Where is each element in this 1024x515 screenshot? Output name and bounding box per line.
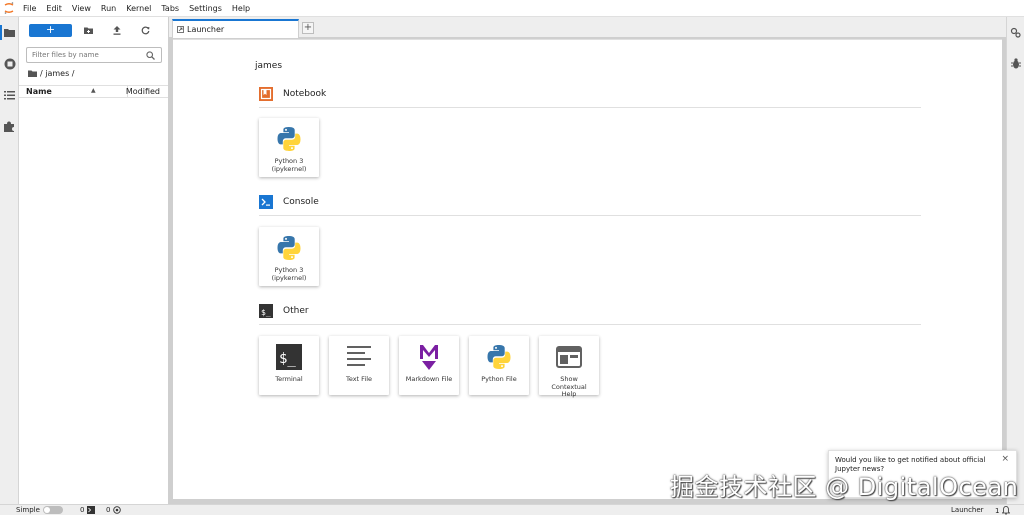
menu-bar: File Edit View Run Kernel Tabs Settings … <box>0 0 1024 17</box>
toggle-switch[interactable] <box>42 506 63 514</box>
card-label: Terminal <box>275 375 303 383</box>
card-label: Python 3 (ipykernel) <box>271 157 307 173</box>
launcher-card-terminal[interactable]: $_ Terminal <box>259 336 319 395</box>
tab-launcher[interactable]: Launcher <box>172 19 299 38</box>
menu-run[interactable]: Run <box>96 0 121 17</box>
launcher-card-console-python3[interactable]: Python 3 (ipykernel) <box>259 227 319 286</box>
section-notebook: Notebook <box>259 87 326 101</box>
section-divider <box>259 324 921 325</box>
text-file-icon <box>344 342 374 372</box>
search-icon <box>146 51 155 60</box>
bell-icon <box>1002 506 1011 515</box>
column-name[interactable]: Name <box>26 87 52 96</box>
launcher-card-notebook-python3[interactable]: Python 3 (ipykernel) <box>259 118 319 177</box>
menu-help[interactable]: Help <box>227 0 255 17</box>
launcher-panel: james Notebook Python 3 (ipykernel) Cons… <box>172 38 1003 500</box>
main-dock: Launcher + james Notebook Python 3 (ipyk… <box>169 17 1006 504</box>
close-icon[interactable]: × <box>1001 454 1009 464</box>
status-launcher-label: Launcher <box>951 506 984 514</box>
svg-text:$_: $_ <box>261 308 271 317</box>
launcher-card-python-file[interactable]: Python File <box>469 336 529 395</box>
right-sidebar <box>1006 17 1024 504</box>
running-icon[interactable] <box>3 57 16 70</box>
section-divider <box>259 107 921 108</box>
filter-files-input[interactable]: Filter files by name <box>26 47 162 63</box>
notification-count[interactable]: 1 <box>995 506 1011 515</box>
launcher-cwd: james <box>255 61 283 71</box>
filter-placeholder: Filter files by name <box>32 51 99 59</box>
watermark: 掘金技术社区 @ DigitalOcean <box>670 473 1019 501</box>
card-label: Markdown File <box>405 375 453 383</box>
folder-icon[interactable] <box>3 26 16 39</box>
card-label: Python File <box>481 375 517 383</box>
file-browser: + Filter files by name / james / Name ▲ … <box>19 17 169 504</box>
contextual-help-icon <box>554 342 584 372</box>
file-list-header: Name ▲ Modified <box>19 85 168 98</box>
notification-count-value: 1 <box>995 506 1000 515</box>
card-label: Text File <box>345 375 373 383</box>
breadcrumb-path[interactable]: / james / <box>40 69 74 78</box>
section-title-console: Console <box>283 197 319 207</box>
section-other: $_ Other <box>259 304 309 318</box>
new-folder-icon[interactable] <box>83 25 93 35</box>
status-launcher: Launcher <box>951 506 984 514</box>
simple-mode-label: Simple <box>16 506 40 514</box>
jupyter-logo-icon <box>0 0 18 17</box>
debugger-bug-icon[interactable] <box>1009 57 1022 70</box>
breadcrumb: / james / <box>28 69 74 78</box>
python-icon <box>484 342 514 372</box>
section-divider <box>259 215 921 216</box>
folder-icon[interactable] <box>28 70 37 77</box>
kernel-icon <box>113 506 122 514</box>
sort-ascending-icon: ▲ <box>91 87 96 94</box>
active-indicator <box>0 25 2 40</box>
card-label: Show Contextual Help <box>551 375 587 398</box>
svg-text:$_: $_ <box>279 351 296 367</box>
terminal-icon: $_ <box>274 342 304 372</box>
column-modified[interactable]: Modified <box>126 87 160 96</box>
extension-puzzle-icon[interactable] <box>3 120 16 133</box>
section-title-notebook: Notebook <box>283 89 327 99</box>
launcher-card-markdown-file[interactable]: Markdown File <box>399 336 459 395</box>
section-console: Console <box>259 195 319 209</box>
kernel-count[interactable]: 0 <box>106 506 122 514</box>
simple-mode-toggle[interactable]: Simple <box>16 506 63 514</box>
menu-file[interactable]: File <box>18 0 41 17</box>
status-bar: Simple 0 0 Launcher 1 <box>0 504 1024 515</box>
launcher-card-text-file[interactable]: Text File <box>329 336 389 395</box>
menu-view[interactable]: View <box>67 0 96 17</box>
tab-launcher-label: Launcher <box>187 25 225 34</box>
python-icon <box>274 124 304 154</box>
launcher-tab-icon <box>177 26 184 33</box>
menu-edit[interactable]: Edit <box>41 0 67 17</box>
console-icon <box>259 195 273 209</box>
table-of-contents-icon[interactable] <box>3 89 16 102</box>
section-title-other: Other <box>283 306 309 316</box>
menu-kernel[interactable]: Kernel <box>121 0 156 17</box>
property-inspector-icon[interactable] <box>1009 26 1022 39</box>
launcher-card-contextual-help[interactable]: Show Contextual Help <box>539 336 599 398</box>
terminal-section-icon: $_ <box>259 304 273 318</box>
divider <box>173 39 1002 40</box>
tab-bar: Launcher + <box>169 17 1006 38</box>
menu-settings[interactable]: Settings <box>184 0 227 17</box>
left-activity-bar <box>0 17 19 504</box>
python-icon <box>274 233 304 263</box>
notebook-icon <box>259 87 273 101</box>
file-browser-toolbar: + <box>19 23 169 39</box>
terminal-icon <box>87 506 96 514</box>
add-tab-button[interactable]: + <box>302 22 314 34</box>
markdown-icon <box>414 342 444 372</box>
refresh-icon[interactable] <box>140 25 150 35</box>
menu-tabs[interactable]: Tabs <box>156 0 184 17</box>
upload-icon[interactable] <box>112 25 122 35</box>
terminal-count-value: 0 <box>80 506 85 514</box>
card-label: Python 3 (ipykernel) <box>271 266 307 282</box>
terminal-count[interactable]: 0 <box>80 506 96 514</box>
new-launcher-button[interactable]: + <box>29 24 72 37</box>
kernel-count-value: 0 <box>106 506 111 514</box>
